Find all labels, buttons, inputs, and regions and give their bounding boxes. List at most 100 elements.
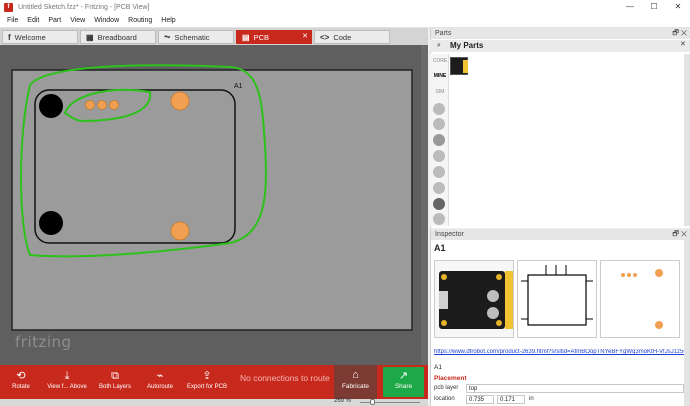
- pcb-board[interactable]: [11, 69, 413, 331]
- mounting-hole: [39, 211, 63, 235]
- bin-sim[interactable]: SIM: [432, 89, 448, 95]
- tab-label: Welcome: [14, 32, 46, 42]
- parts-header-label: Parts: [435, 30, 452, 37]
- part-thumbnail[interactable]: [450, 57, 468, 75]
- view-tab-bar: f Welcome ▦ Breadboard ⏦ Schematic ▤ PCB…: [0, 28, 428, 45]
- schematic-image: [517, 260, 597, 338]
- canvas-scrollbar[interactable]: [421, 45, 428, 365]
- pad[interactable]: [97, 100, 107, 110]
- parts-scrollbar[interactable]: [684, 54, 690, 226]
- menu-routing[interactable]: Routing: [128, 17, 152, 24]
- pcb-image: [600, 260, 680, 338]
- fritzing-watermark: fritzing: [15, 333, 72, 351]
- zoom-slider[interactable]: [360, 402, 420, 403]
- breadboard-icon: ▦: [86, 32, 94, 42]
- tab-label: Code: [333, 32, 352, 42]
- part-name-label: A1: [434, 364, 442, 371]
- bin-icon[interactable]: [433, 166, 445, 178]
- panel-close-icon[interactable]: ✕: [680, 40, 686, 48]
- layers-icon: ⧉: [111, 370, 119, 382]
- autoroute-button[interactable]: ⌁ Autoroute: [140, 368, 180, 390]
- search-icon[interactable]: ⌕: [437, 42, 441, 50]
- bin-icon[interactable]: [433, 198, 445, 210]
- menu-edit[interactable]: Edit: [27, 17, 39, 24]
- view-from-above-label: View f... Above: [47, 384, 87, 390]
- menu-part[interactable]: Part: [48, 17, 61, 24]
- autoroute-label: Autoroute: [146, 384, 174, 390]
- location-label: location: [434, 396, 455, 402]
- bin-icon[interactable]: [433, 118, 445, 130]
- export-icon: ⇪: [202, 370, 212, 382]
- close-button[interactable]: ✕: [666, 0, 690, 14]
- pcb-layer-label: pcb layer: [434, 385, 459, 391]
- tab-schematic[interactable]: ⏦ Schematic: [158, 30, 234, 44]
- location-y-input[interactable]: 0.171: [497, 395, 525, 404]
- code-icon: <>: [320, 32, 330, 42]
- rotate-label: Rotate: [12, 384, 30, 390]
- share-button[interactable]: ↗ Share: [383, 367, 424, 397]
- product-link[interactable]: https://www.dfrobot.com/product-2639.htm…: [434, 349, 686, 355]
- export-pcb-button[interactable]: ⇪ Export for PCB: [184, 368, 230, 390]
- placement-section[interactable]: Placement: [434, 375, 467, 382]
- parts-panel: Parts 🗗 ✕: [430, 28, 690, 228]
- tab-code[interactable]: <> Code: [314, 30, 390, 44]
- rotate-button[interactable]: ⟲ Rotate: [6, 368, 36, 390]
- bin-icon[interactable]: [433, 103, 445, 115]
- inspector-header-label: Inspector: [435, 231, 464, 238]
- menu-help[interactable]: Help: [161, 17, 175, 24]
- fabricate-button[interactable]: ⌂ Fabricate: [334, 365, 377, 399]
- mounting-hole: [39, 94, 63, 118]
- bin-icon[interactable]: [433, 150, 445, 162]
- location-unit[interactable]: in: [529, 396, 534, 402]
- zoom-slider-handle[interactable]: [370, 399, 375, 405]
- tab-label: PCB: [253, 32, 269, 42]
- my-parts-title: My Parts: [450, 41, 484, 50]
- bin-core[interactable]: CORE: [432, 58, 448, 64]
- view-from-above-button[interactable]: ⤓ View f... Above: [44, 368, 90, 390]
- pcb-layer-select[interactable]: top: [466, 384, 684, 393]
- view-from-above-icon: ⤓: [64, 370, 70, 382]
- fritzing-icon: f: [8, 32, 11, 42]
- tab-breadboard[interactable]: ▦ Breadboard: [80, 30, 156, 44]
- pad[interactable]: [170, 91, 190, 111]
- minimize-button[interactable]: —: [618, 0, 642, 14]
- status-bar: 269 %: [0, 398, 428, 406]
- close-icon[interactable]: ✕: [302, 32, 308, 40]
- tab-label: Schematic: [174, 32, 210, 42]
- maximize-button[interactable]: ☐: [642, 0, 666, 14]
- panel-controls[interactable]: 🗗 ✕: [672, 229, 687, 240]
- parts-panel-header: Parts 🗗 ✕: [431, 28, 690, 39]
- panel-controls[interactable]: 🗗 ✕: [672, 28, 687, 39]
- menu-view[interactable]: View: [70, 17, 85, 24]
- pcb-icon: ▤: [242, 32, 250, 42]
- tab-pcb[interactable]: ▤ PCB ✕: [236, 30, 312, 44]
- autoroute-icon: ⌁: [156, 370, 164, 382]
- bin-mine[interactable]: MINE: [432, 73, 448, 79]
- both-layers-button[interactable]: ⧉ Both Layers: [96, 368, 134, 390]
- title-bar: f Untitled Sketch.fzz* - Fritzing - [PCB…: [0, 0, 690, 14]
- location-x-input[interactable]: 0.735: [466, 395, 494, 404]
- routing-status: No connections to route: [240, 373, 330, 383]
- pcb-canvas[interactable]: A1 fritzing: [0, 45, 428, 365]
- bin-icon[interactable]: [433, 134, 445, 146]
- factory-icon: ⌂: [352, 369, 359, 381]
- bin-icon[interactable]: [433, 182, 445, 194]
- pad[interactable]: [109, 100, 119, 110]
- menu-window[interactable]: Window: [94, 17, 119, 24]
- pad[interactable]: [85, 100, 95, 110]
- menu-file[interactable]: File: [7, 17, 18, 24]
- fabricate-label: Fabricate: [341, 383, 370, 390]
- pad[interactable]: [170, 221, 190, 241]
- connector-icon: [463, 60, 468, 73]
- tab-welcome[interactable]: f Welcome: [2, 30, 78, 44]
- share-icon: ↗: [398, 370, 409, 382]
- pcb-drawing: A1: [11, 64, 413, 331]
- bin-icon[interactable]: [433, 213, 445, 225]
- fritzing-app-icon: f: [4, 2, 13, 12]
- zoom-level: 269 %: [334, 398, 352, 404]
- schematic-icon: ⏦: [164, 32, 171, 41]
- inspector-scrollbar[interactable]: [684, 240, 690, 406]
- window-title: Untitled Sketch.fzz* - Fritzing - [PCB V…: [18, 3, 150, 11]
- breadboard-image: [434, 260, 514, 338]
- rotate-icon: ⟲: [16, 370, 26, 382]
